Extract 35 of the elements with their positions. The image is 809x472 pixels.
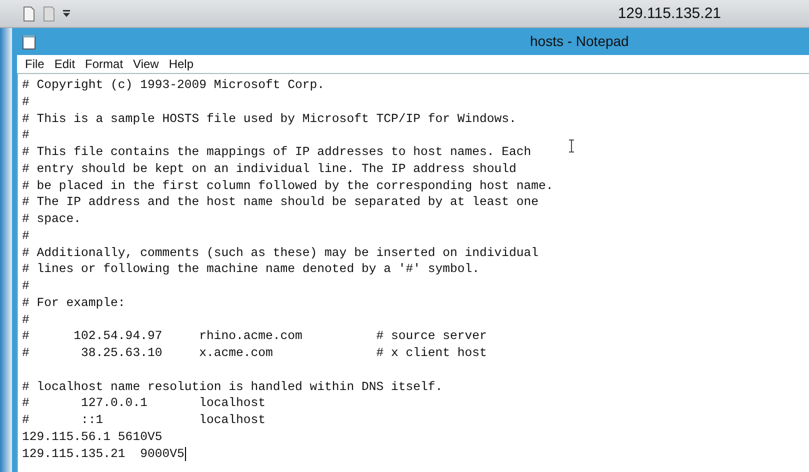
- text-line: # Additionally, comments (such as these) may be inserted on individual: [22, 244, 539, 262]
- window-title: hosts - Notepad: [530, 33, 629, 49]
- text-line: # localhost name resolution is handled within DNS itself.: [22, 378, 443, 396]
- text-line: #: [22, 94, 30, 110]
- text-line: # This file contains the mappings of IP addresses to host names. Each: [22, 144, 532, 161]
- menu-item[interactable]: Edit: [49, 57, 80, 71]
- text-line: # Copyright (c) 1993-2009 Microsoft Corp.: [22, 77, 325, 94]
- text-line: # 127.0.0.1 localhost: [22, 395, 266, 412]
- text-line: #: [22, 127, 30, 144]
- text-line: # be placed in the first column followed by the corresponding host name.: [22, 178, 554, 194]
- text-line: # entry should be kept on an individual line. The IP address should: [22, 160, 516, 178]
- text-line: # The IP address and the host name should be separated by at least one: [22, 194, 539, 211]
- text-line: # lines or following the machine name denoted by a '#' symbol.: [22, 261, 480, 278]
- text-line: # ::1 localhost: [22, 412, 266, 429]
- text-line: # For example:: [22, 294, 126, 312]
- text-line: #: [22, 278, 30, 295]
- text-line: 129.115.56.1 5610V5: [22, 428, 162, 446]
- menu-item[interactable]: Help: [164, 57, 199, 71]
- text-area[interactable]: [17, 73, 809, 472]
- text-line: # 38.25.63.10 x.acme.com # x client host: [22, 345, 487, 362]
- text-line: #: [22, 228, 30, 244]
- text-cursor: [185, 446, 186, 461]
- dropdown-icon[interactable]: [62, 10, 71, 18]
- text-line: # space.: [22, 211, 82, 228]
- menu-item[interactable]: View: [128, 57, 164, 71]
- document-icon[interactable]: [22, 6, 36, 22]
- text-line: # 102.54.94.97 rhino.acme.com # source server: [22, 328, 487, 345]
- text-line: # This is a sample HOSTS file used by Microsoft TCP/IP for Windows.: [22, 110, 516, 128]
- menu-item[interactable]: File: [20, 57, 50, 71]
- menu-item[interactable]: Format: [80, 57, 128, 71]
- ip-address: 129.115.135.21: [618, 5, 721, 22]
- text-line: 129.115.135.21 9000V5: [22, 446, 184, 462]
- i-beam-pointer-icon: [568, 139, 575, 153]
- text-line: #: [22, 312, 30, 328]
- notepad-icon[interactable]: [22, 34, 36, 50]
